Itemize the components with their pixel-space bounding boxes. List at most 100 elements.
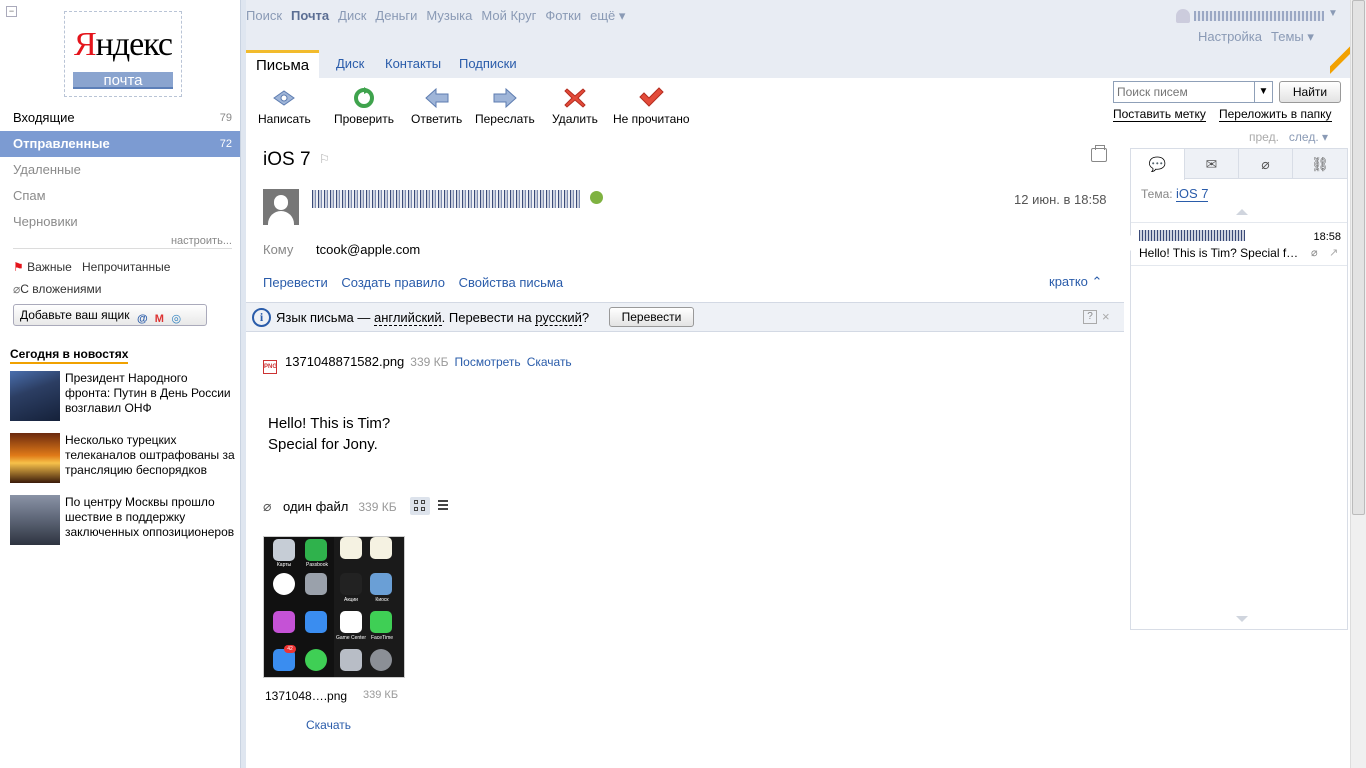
thread-sender-redacted <box>1139 230 1245 241</box>
nav-more[interactable]: ещё ▾ <box>590 8 625 23</box>
scrollbar-thumb[interactable] <box>1352 0 1365 515</box>
attachment-size: 339 КБ <box>410 355 449 369</box>
verified-sender-icon <box>590 191 603 204</box>
prev-message-link[interactable]: пред. <box>1249 130 1279 144</box>
settings-link[interactable]: Настройка <box>1198 29 1262 44</box>
close-icon[interactable]: × <box>1102 309 1110 324</box>
source-language-link[interactable]: английский <box>373 310 442 326</box>
themes-link[interactable]: Темы ▾ <box>1271 29 1314 45</box>
paperclip-icon[interactable]: ⌀ <box>1239 149 1293 179</box>
nav-money[interactable]: Деньги <box>375 8 417 23</box>
translate-text: Язык письма — английский. Перевести на р… <box>276 310 590 326</box>
news-thumbnail[interactable] <box>10 495 60 545</box>
page-scrollbar[interactable] <box>1350 0 1366 768</box>
nav-search[interactable]: Поиск <box>246 8 282 23</box>
help-icon[interactable]: ? <box>1083 310 1097 324</box>
recipient-address[interactable]: tcook@apple.com <box>316 242 420 257</box>
folder-count: 72 <box>219 138 232 150</box>
reply-arrow-icon: ↗ <box>1329 247 1339 259</box>
rambler-icon: ◎ <box>171 313 182 325</box>
message-properties-link[interactable]: Свойства письма <box>459 275 563 290</box>
label-attachments[interactable]: ⌀С вложениями <box>13 282 102 296</box>
download-attachment-link[interactable]: Скачать <box>527 355 572 369</box>
news-thumbnail[interactable] <box>10 433 60 483</box>
logo-sub: почта <box>73 72 173 89</box>
list-view-toggle[interactable] <box>436 499 450 511</box>
message-body: Hello! This is Tim? Special for Jony. <box>268 415 391 453</box>
tab-letters[interactable]: Письма <box>246 50 320 78</box>
view-attachment-link[interactable]: Посмотреть <box>455 355 521 369</box>
forward-button[interactable]: Переслать <box>475 86 535 126</box>
tab-subscriptions[interactable]: Подписки <box>459 50 517 78</box>
link-icon[interactable]: ⛓ <box>1293 149 1347 179</box>
message-subject: iOS 7 <box>263 149 311 170</box>
reply-button[interactable]: Ответить <box>411 86 462 126</box>
folder-inbox[interactable]: Входящие 79 <box>0 105 240 131</box>
translate-button[interactable]: Перевести <box>609 307 694 327</box>
folder-deleted[interactable]: Удаленные <box>0 157 240 183</box>
set-label-link[interactable]: Поставить метку <box>1113 108 1206 122</box>
sender-name-redacted[interactable] <box>312 190 580 208</box>
thread-tabs: 💬 ✉ ⌀ ⛓ <box>1131 149 1347 180</box>
nav-disk[interactable]: Диск <box>338 8 366 23</box>
create-rule-link[interactable]: Создать правило <box>341 275 445 290</box>
nav-moikrug[interactable]: Мой Круг <box>481 8 536 23</box>
news-heading: Сегодня в новостях <box>10 347 129 364</box>
label-unread[interactable]: Непрочитанные <box>82 260 170 274</box>
label-important[interactable]: ⚑ Важные <box>13 260 72 274</box>
folder-spam[interactable]: Спам <box>0 183 240 209</box>
thread-pointer <box>1123 235 1131 251</box>
target-language-link[interactable]: русский <box>535 310 582 326</box>
next-message-link[interactable]: след. ▾ <box>1289 130 1328 144</box>
envelope-icon[interactable]: ✉ <box>1185 149 1239 179</box>
folder-drafts[interactable]: Черновики <box>0 209 240 235</box>
thumbnail-filename: 1371048….png <box>265 689 348 703</box>
tab-disk[interactable]: Диск <box>336 50 364 78</box>
thread-snippet: Hello! This is Tim? Special for Jony. <box>1139 246 1304 260</box>
news-item[interactable]: Несколько турецких телеканалов оштрафова… <box>10 433 235 489</box>
paperclip-icon: ⌀ <box>1311 247 1318 259</box>
compose-button[interactable]: Написать <box>258 86 311 126</box>
reply-arrow-icon <box>424 87 449 109</box>
yandex-mail-logo[interactable]: Яндекс почта <box>64 11 182 97</box>
print-icon[interactable] <box>1091 145 1107 162</box>
scroll-down-icon[interactable] <box>1236 616 1248 622</box>
delete-button[interactable]: Удалить <box>552 86 598 126</box>
info-icon: i <box>252 308 271 327</box>
folder-count: 79 <box>219 112 232 124</box>
add-mailbox-button[interactable]: Добавьте ваш ящик @ M ◎ <box>13 304 207 326</box>
attachment-thumbnail[interactable]: Карты Passbook Акции Киоск Game Center F… <box>263 536 405 678</box>
conversation-icon[interactable]: 💬 <box>1131 149 1185 180</box>
nav-mail[interactable]: Почта <box>291 8 329 23</box>
pencil-decoration <box>1330 40 1350 78</box>
thumbnail-download-link[interactable]: Скачать <box>306 718 351 732</box>
move-to-folder-link[interactable]: Переложить в папку <box>1219 108 1332 122</box>
thread-message-item[interactable]: 18:58 Hello! This is Tim? Special for Jo… <box>1131 222 1347 266</box>
news-item[interactable]: Президент Народного фронта: Путин в День… <box>10 371 235 427</box>
nav-music[interactable]: Музыка <box>426 8 472 23</box>
at-sign-icon: @ <box>136 313 148 325</box>
search-input[interactable] <box>1113 81 1255 103</box>
news-thumbnail[interactable] <box>10 371 60 421</box>
thread-topic-link[interactable]: iOS 7 <box>1175 186 1209 202</box>
mark-unread-button[interactable]: Не прочитано <box>613 86 690 126</box>
grid-view-toggle[interactable] <box>410 497 430 515</box>
collapse-sidebar-button[interactable]: − <box>6 6 17 17</box>
scroll-up-icon[interactable] <box>1236 209 1248 215</box>
attachment-name[interactable]: 1371048871582.png <box>285 354 404 369</box>
check-mail-button[interactable]: Проверить <box>334 86 394 126</box>
search-button[interactable]: Найти <box>1279 81 1341 103</box>
folders-settings-link[interactable]: настроить... <box>171 235 232 247</box>
translate-link[interactable]: Перевести <box>263 275 328 290</box>
flag-icon[interactable]: ⚐ <box>319 152 330 166</box>
nav-photos[interactable]: Фотки <box>545 8 581 23</box>
user-menu[interactable]: ▼ <box>1176 8 1338 24</box>
tab-contacts[interactable]: Контакты <box>385 50 441 78</box>
folder-sent[interactable]: Отправленные 72 <box>0 131 240 157</box>
sender-avatar <box>263 189 299 225</box>
news-item[interactable]: По центру Москвы прошло шествие в поддер… <box>10 495 235 551</box>
gmail-icon: M <box>154 313 164 325</box>
search-options-dropdown[interactable]: ▼ <box>1255 81 1273 103</box>
message-pager: пред. след. ▾ <box>1249 130 1328 144</box>
brief-toggle[interactable]: кратко ⌃ <box>1049 274 1102 290</box>
